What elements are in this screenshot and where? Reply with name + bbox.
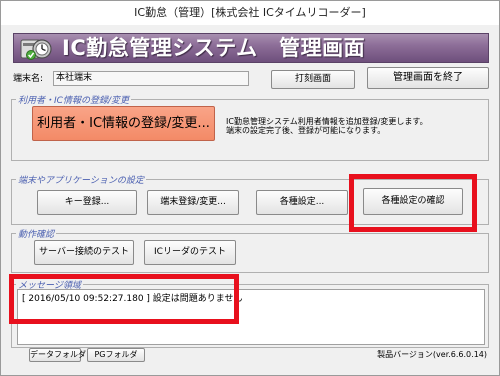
punch-screen-button[interactable]: 打刻画面 bbox=[271, 70, 355, 89]
banner-title: IC勤怠管理システム 管理画面 bbox=[62, 36, 366, 60]
gear-clock-icon bbox=[20, 36, 54, 61]
terminal-settings-group-legend: 端末やアプリケーションの設定 bbox=[18, 176, 144, 186]
highlight-box-message bbox=[9, 274, 239, 324]
data-folder-button[interactable]: データフォルダ bbox=[29, 348, 86, 362]
terminal-name-field[interactable]: 本社端末 bbox=[53, 71, 249, 86]
window-title: IC勤怠（管理）[株式会社 ICタイムリコーダー] bbox=[1, 1, 499, 25]
register-user-button[interactable]: 利用者・IC情報の登録/変更... bbox=[32, 106, 215, 141]
server-test-button[interactable]: サーバー接続のテスト bbox=[34, 240, 134, 265]
header-banner: IC勤怠管理システム 管理画面 bbox=[13, 33, 489, 63]
user-ic-group-legend: 利用者・IC情報の登録/変更 bbox=[18, 96, 129, 106]
register-description-line: IC勤怠管理システム利用者情報を追加登録/変更します。 bbox=[226, 117, 428, 126]
highlight-box-confirm bbox=[349, 174, 477, 232]
pg-folder-button[interactable]: PGフォルダ bbox=[87, 348, 145, 362]
settings-button[interactable]: 各種設定... bbox=[256, 190, 348, 215]
terminal-name-label: 端末名: bbox=[13, 74, 44, 84]
ic-reader-test-button[interactable]: ICリーダのテスト bbox=[144, 240, 236, 265]
key-register-button[interactable]: キー登録... bbox=[37, 190, 137, 215]
operation-check-group-legend: 動作確認 bbox=[18, 230, 55, 240]
app-window: IC勤怠（管理）[株式会社 ICタイムリコーダー] IC勤怠管理システム 管理画… bbox=[0, 0, 500, 376]
terminal-register-button[interactable]: 端末登録/変更... bbox=[147, 190, 239, 215]
register-description-line: 端末の設定完了後、登録が可能になります。 bbox=[226, 126, 386, 135]
exit-admin-button[interactable]: 管理画面を終了 bbox=[367, 67, 489, 89]
register-description: IC勤怠管理システム利用者情報を追加登録/変更します。 端末の設定完了後、登録が… bbox=[226, 117, 428, 135]
product-version: 製品バージョン(ver.6.6.0.14) bbox=[377, 350, 487, 359]
